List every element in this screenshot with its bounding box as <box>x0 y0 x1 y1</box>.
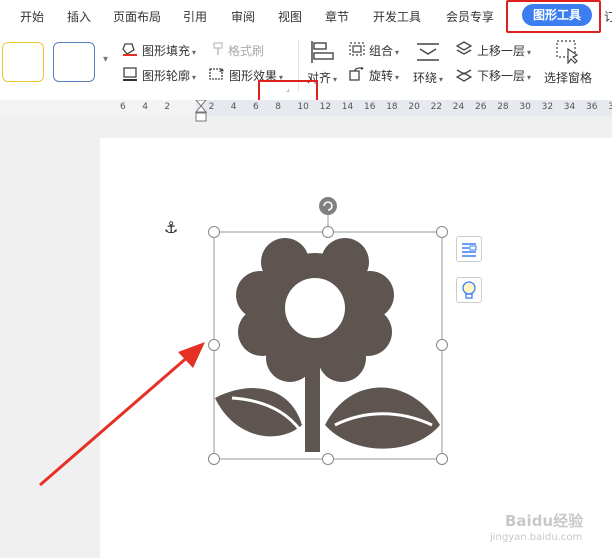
canvas-overlay <box>39 197 448 487</box>
resize-handle[interactable] <box>436 339 448 351</box>
layout-options-button[interactable] <box>456 236 482 262</box>
resize-handle[interactable] <box>322 226 334 238</box>
resize-handle[interactable] <box>208 453 220 465</box>
layout-options-icon <box>462 243 477 257</box>
lightbulb-icon <box>462 281 476 299</box>
resize-handle[interactable] <box>322 453 334 465</box>
watermark-text: Baidu经验 <box>505 512 584 530</box>
smart-tips-button[interactable] <box>456 277 482 303</box>
resize-handle[interactable] <box>208 339 220 351</box>
resize-handle[interactable] <box>208 226 220 238</box>
flower-icon[interactable] <box>215 238 440 452</box>
rotate-handle-icon[interactable] <box>319 197 337 215</box>
watermark-url: jingyan.baidu.com <box>490 532 583 543</box>
resize-handle[interactable] <box>436 226 448 238</box>
resize-handle[interactable] <box>436 453 448 465</box>
red-arrow <box>39 342 205 487</box>
